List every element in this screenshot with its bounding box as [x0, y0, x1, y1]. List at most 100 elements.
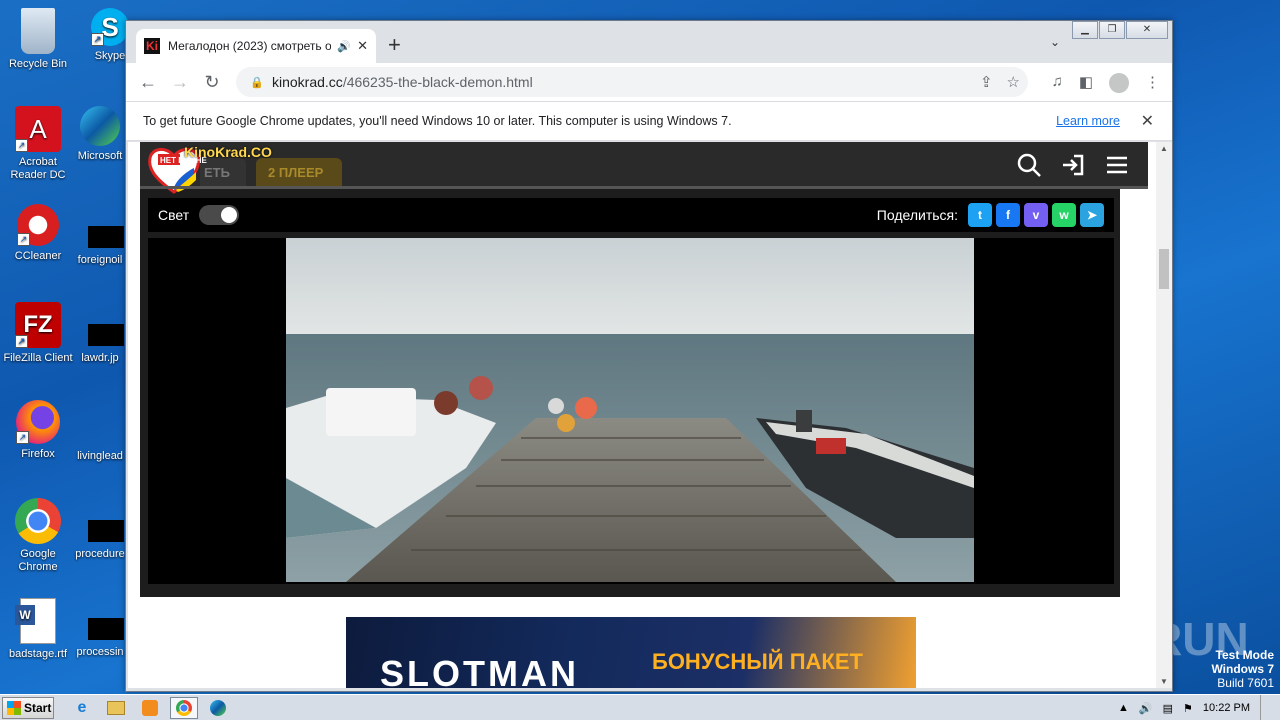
player-controls-bar: Свет Поделиться: t f v w ➤: [148, 198, 1114, 232]
browser-toolbar: ← → ↻ 🔒 kinokrad.cc/466235-the-black-dem…: [126, 63, 1172, 101]
hamburger-menu-icon[interactable]: [1104, 152, 1130, 178]
profile-avatar[interactable]: [1109, 73, 1129, 93]
desktop-icon-chrome[interactable]: Google Chrome: [0, 498, 76, 574]
light-toggle[interactable]: [199, 205, 240, 225]
explorer-taskbar-icon[interactable]: [102, 697, 130, 719]
volume-icon[interactable]: 🔊: [1139, 702, 1153, 715]
infobar-message: To get future Google Chrome updates, you…: [143, 114, 732, 128]
back-button[interactable]: ←: [132, 72, 164, 93]
test-mode-line1: Test Mode: [1215, 648, 1274, 662]
shortcut-arrow-icon: ↗: [91, 33, 104, 46]
recycle-bin-icon: [21, 8, 55, 54]
viber-share-icon[interactable]: v: [1024, 203, 1048, 227]
tab-strip: Ki Мегалодон (2023) смотреть о 🔊 ✕ + ⌄ ▁…: [126, 21, 1172, 63]
media-player-taskbar-icon[interactable]: [136, 697, 164, 719]
maximize-button[interactable]: ❐: [1099, 21, 1125, 39]
desktop-icon-label: Skype: [94, 50, 126, 62]
search-icon[interactable]: [1016, 152, 1042, 178]
video-frame[interactable]: [286, 238, 974, 582]
minimize-button[interactable]: ▁: [1072, 21, 1098, 39]
desktop-icon-label: procedure: [75, 548, 125, 560]
desktop-icon-label: Microsoft: [77, 150, 123, 162]
ie-taskbar-icon[interactable]: e: [68, 697, 96, 719]
share-icon[interactable]: ⇪: [980, 73, 993, 91]
chrome-taskbar-icon[interactable]: [170, 696, 198, 719]
redacted-icon: [88, 226, 124, 248]
site-logo-text[interactable]: KinoKrad.CO: [184, 144, 272, 160]
menu-kebab-icon[interactable]: ⋮: [1145, 73, 1160, 93]
update-infobar: To get future Google Chrome updates, you…: [126, 101, 1172, 141]
system-tray: ▲ 🔊 ▤ ⚑ 10:22 PM: [1118, 695, 1280, 720]
redacted-icon: [88, 520, 124, 542]
new-tab-button[interactable]: +: [388, 33, 401, 57]
player-tab-2[interactable]: 2 ПЛЕЕР: [256, 158, 342, 188]
speaker-icon[interactable]: 🔊: [337, 40, 351, 53]
desktop-icon-label: Acrobat Reader DC: [10, 156, 66, 181]
shortcut-arrow-icon: ↗: [16, 431, 29, 444]
tray-expand-icon[interactable]: ▲: [1118, 702, 1129, 714]
login-icon[interactable]: [1060, 152, 1086, 178]
address-bar[interactable]: 🔒 kinokrad.cc/466235-the-black-demon.htm…: [236, 67, 1028, 97]
close-window-button[interactable]: ✕: [1126, 21, 1168, 39]
network-icon[interactable]: ▤: [1163, 702, 1173, 715]
scroll-down-arrow-icon[interactable]: ▼: [1160, 677, 1168, 686]
start-label: Start: [24, 700, 52, 715]
light-toggle-label: Свет: [158, 207, 190, 223]
page-viewport: ЕТЬ 2 ПЛЕЕР НЕТ ВОЙНЕ KinoKrad.CO Свет П…: [128, 142, 1157, 688]
ad-brand: SLOTMAN: [380, 653, 579, 688]
tab-title: Мегалодон (2023) смотреть о: [168, 39, 332, 53]
redacted-icon: [88, 618, 124, 640]
toggle-knob: [221, 207, 238, 223]
learn-more-link[interactable]: Learn more: [1056, 114, 1120, 128]
browser-window: Ki Мегалодон (2023) смотреть о 🔊 ✕ + ⌄ ▁…: [125, 20, 1173, 692]
show-desktop-button[interactable]: [1260, 695, 1270, 720]
edge-taskbar-icon[interactable]: [204, 697, 232, 719]
clock[interactable]: 10:22 PM: [1203, 702, 1250, 714]
shortcut-arrow-icon: ↗: [17, 233, 30, 246]
page-scrollbar[interactable]: ▲ ▼: [1156, 142, 1172, 688]
browser-tab[interactable]: Ki Мегалодон (2023) смотреть о 🔊 ✕: [136, 29, 376, 63]
test-mode-line2: Windows 7: [1211, 662, 1274, 676]
desktop-icon-label: livinglead: [77, 450, 123, 462]
scroll-up-arrow-icon[interactable]: ▲: [1160, 144, 1168, 153]
start-button[interactable]: Start: [2, 696, 54, 719]
desktop-icon-recycle-bin[interactable]: Recycle Bin: [0, 8, 76, 71]
forward-button[interactable]: →: [164, 72, 196, 93]
desktop-icon-label: Google Chrome: [18, 548, 58, 573]
desktop-icon-label: lawdr.jp: [81, 352, 119, 364]
scroll-thumb[interactable]: [1159, 249, 1169, 289]
ad-offer: БОНУСНЫЙ ПАКЕТ: [652, 649, 863, 674]
video-player[interactable]: [148, 238, 1114, 584]
facebook-share-icon[interactable]: f: [996, 203, 1020, 227]
url-path: /466235-the-black-demon.html: [342, 74, 533, 90]
whatsapp-share-icon[interactable]: w: [1052, 203, 1076, 227]
skype-icon: S ↗: [91, 8, 129, 46]
word-document-icon: W: [15, 598, 56, 644]
ccleaner-icon: ↗: [17, 204, 59, 246]
bookmark-star-icon[interactable]: ☆: [1007, 73, 1020, 91]
tab-search-chevron-icon[interactable]: ⌄: [1050, 35, 1060, 49]
share-label: Поделиться:: [876, 207, 958, 223]
action-center-flag-icon[interactable]: ⚑: [1183, 702, 1193, 715]
side-panel-icon[interactable]: ◧: [1079, 73, 1093, 93]
twitter-share-icon[interactable]: t: [968, 203, 992, 227]
header-divider: [140, 186, 1148, 189]
tab-close-icon[interactable]: ✕: [357, 38, 368, 54]
filezilla-icon: FZ ↗: [15, 302, 61, 348]
telegram-share-icon[interactable]: ➤: [1080, 203, 1104, 227]
infobar-close-icon[interactable]: ✕: [1141, 111, 1154, 131]
media-control-icon[interactable]: ♫: [1052, 73, 1063, 93]
shortcut-arrow-icon: ↗: [15, 139, 28, 152]
chrome-icon: [15, 498, 61, 544]
desktop-icon-label: CCleaner: [14, 250, 62, 262]
site-header: ЕТЬ 2 ПЛЕЕР НЕТ ВОЙНЕ KinoKrad.CO: [140, 142, 1148, 194]
desktop-icon-label: badstage.rtf: [8, 648, 68, 660]
bottom-ad-banner[interactable]: SLOTMAN БОНУСНЫЙ ПАКЕТ: [346, 617, 916, 688]
url-host: kinokrad.cc: [272, 74, 343, 90]
reload-button[interactable]: ↻: [196, 72, 228, 93]
windows-logo-icon: [7, 700, 21, 715]
lock-icon[interactable]: 🔒: [250, 76, 264, 89]
test-mode-label: Test Mode Windows 7 Build 7601: [1211, 648, 1274, 690]
acrobat-icon: A ↗: [15, 106, 61, 152]
shortcut-arrow-icon: ↗: [15, 335, 28, 348]
